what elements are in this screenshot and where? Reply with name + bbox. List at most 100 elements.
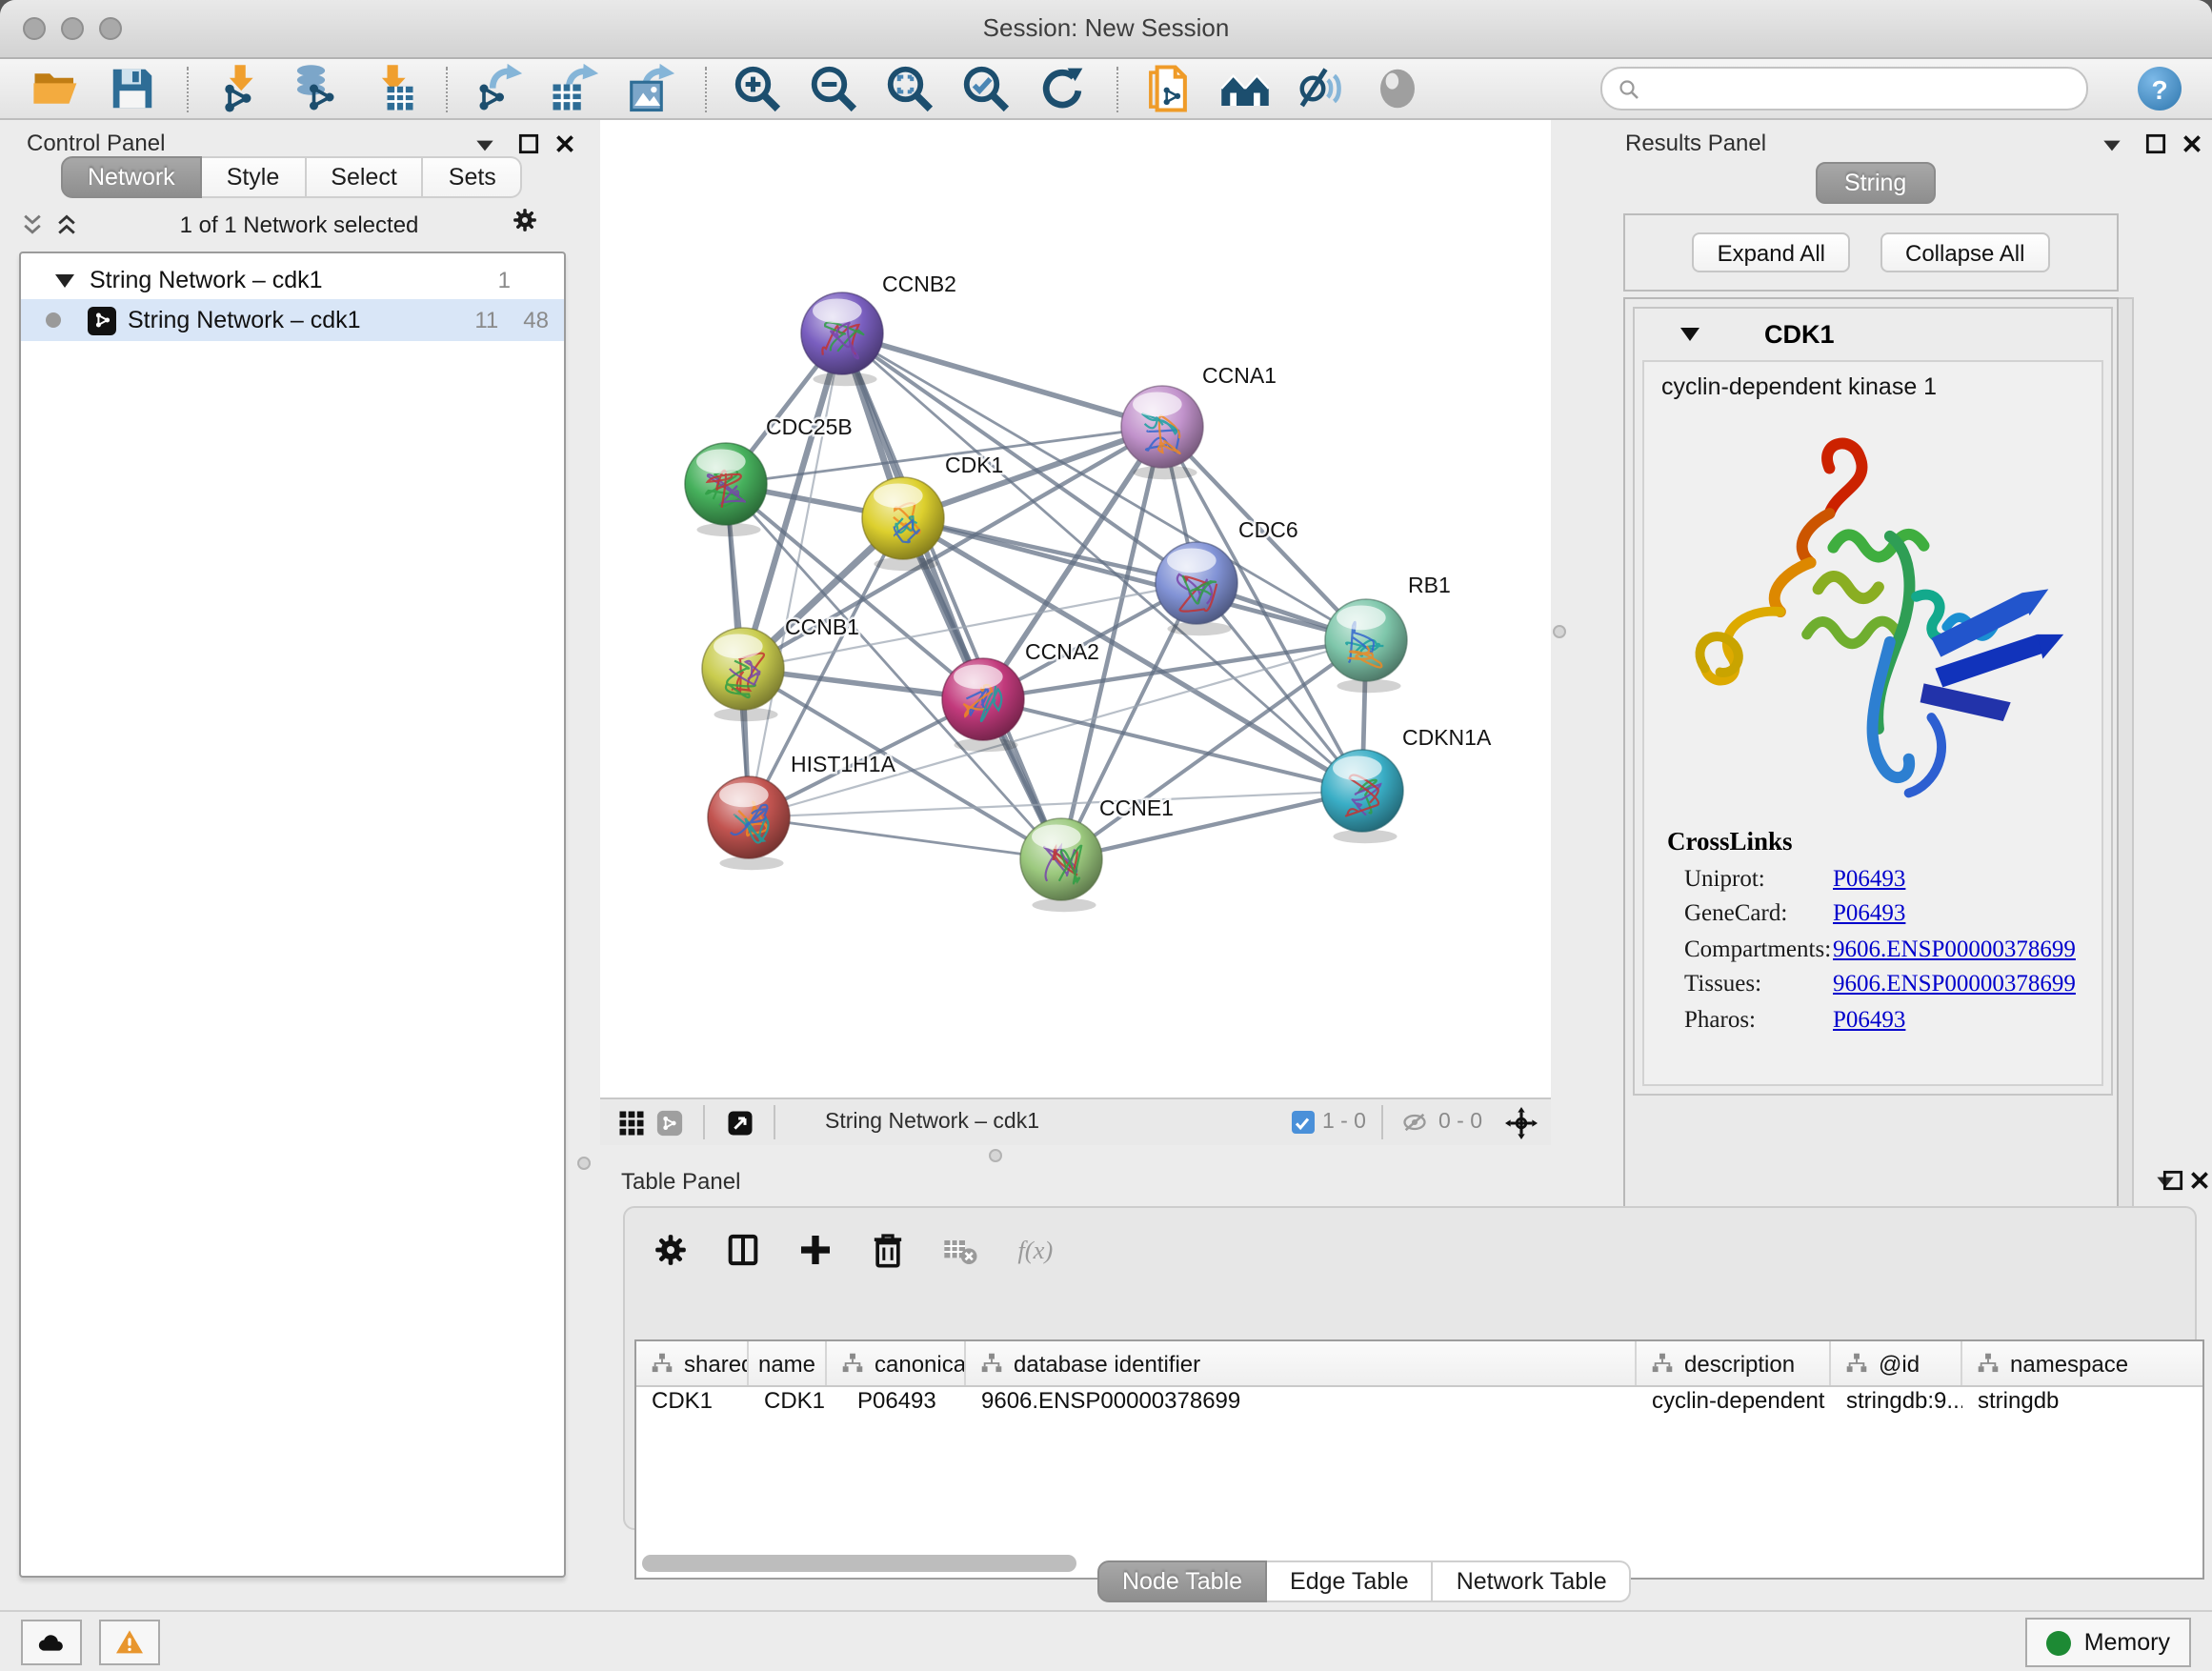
column-header-shared-name[interactable]: shared name: [636, 1341, 749, 1385]
protein-card-header[interactable]: CDK1: [1635, 309, 2111, 358]
network-node-CCNE1[interactable]: [1020, 818, 1102, 912]
import-network-database-button[interactable]: [286, 62, 343, 115]
network-node-CDKN1A[interactable]: [1321, 750, 1403, 843]
control-panel-menu-button[interactable]: [473, 133, 497, 158]
fit-content-button[interactable]: [1501, 1105, 1539, 1139]
crosslink-label: Tissues:: [1667, 970, 1833, 998]
caret-down-icon[interactable]: [55, 273, 74, 287]
horizontal-scrollbar-thumb[interactable]: [642, 1555, 1076, 1572]
warnings-button[interactable]: [99, 1620, 160, 1665]
collapse-all-button[interactable]: Collapse All: [1880, 232, 2049, 272]
table-settings-button[interactable]: [648, 1223, 694, 1277]
thumbnail-grid-button[interactable]: [612, 1105, 650, 1139]
column-header-canonical-name[interactable]: canonical name: [827, 1341, 966, 1385]
refresh-button[interactable]: [1033, 62, 1090, 115]
detach-view-button[interactable]: [720, 1105, 758, 1139]
results-panel-float-button[interactable]: [2143, 131, 2168, 156]
left-splitter-handle[interactable]: [577, 1157, 591, 1170]
help-button[interactable]: ?: [2138, 67, 2182, 111]
show-columns-button[interactable]: [720, 1223, 766, 1277]
export-table-button[interactable]: [545, 62, 602, 115]
columns-icon: [724, 1231, 762, 1269]
tab-network-table[interactable]: Network Table: [1434, 1560, 1632, 1602]
tab-string[interactable]: String: [1816, 162, 1935, 204]
crosslink-link[interactable]: 9606.ENSP00000378699: [1833, 970, 2076, 998]
table-row[interactable]: CDK1 CDK1 P06493 9606.ENSP00000378699 cy…: [636, 1387, 2202, 1421]
control-panel-float-button[interactable]: [516, 131, 541, 156]
network-node-CCNA1[interactable]: [1121, 386, 1203, 479]
table-panel-close-button[interactable]: [2187, 1168, 2212, 1193]
zoom-in-button[interactable]: [728, 62, 785, 115]
cell-name: CDK1: [749, 1387, 827, 1421]
table-panel-float-button[interactable]: [2161, 1168, 2185, 1193]
homes-button[interactable]: [1216, 62, 1273, 115]
network-row-selected[interactable]: String Network – cdk1 11 48: [21, 299, 564, 341]
graphics-details-button[interactable]: [1368, 62, 1425, 115]
grid-icon: [616, 1108, 645, 1137]
add-column-button[interactable]: [793, 1223, 838, 1277]
delete-column-button[interactable]: [865, 1223, 911, 1277]
control-panel-title: Control Panel: [27, 130, 165, 156]
import-network-button[interactable]: [210, 62, 267, 115]
separator: [774, 1105, 775, 1139]
column-header-name[interactable]: name: [749, 1341, 827, 1385]
open-session-button[interactable]: [27, 62, 84, 115]
network-node-HIST1H1A[interactable]: [708, 776, 790, 870]
column-header-namespace[interactable]: namespace: [1962, 1341, 2204, 1385]
tab-style[interactable]: Style: [202, 156, 307, 198]
network-node-RB1[interactable]: [1325, 599, 1407, 693]
export-table-icon: [548, 63, 599, 114]
crosslink-label: Pharos:: [1667, 1005, 1833, 1034]
network-overview-button[interactable]: [650, 1105, 688, 1139]
network-node-CDC25B[interactable]: [685, 443, 767, 536]
column-header-database-identifier[interactable]: database identifier: [966, 1341, 1637, 1385]
document-network-button[interactable]: [1139, 62, 1196, 115]
cell-description: cyclin-dependent ...: [1637, 1387, 1831, 1421]
crosslink-link[interactable]: P06493: [1833, 1005, 1905, 1034]
expand-all-chevron-icon[interactable]: [53, 211, 80, 238]
caret-down-icon[interactable]: [1680, 327, 1699, 340]
eyeglasses-slash-button[interactable]: [1292, 62, 1349, 115]
open-in-window-icon: [725, 1108, 754, 1137]
network-canvas[interactable]: CCNB2CCNA1CDC25BCDK1CDC6RB1CCNB1CCNA2CDK…: [600, 120, 1551, 1097]
delete-table-button[interactable]: [937, 1223, 983, 1277]
column-header-description[interactable]: description: [1637, 1341, 1831, 1385]
network-node-CDK1[interactable]: [862, 477, 944, 571]
search-input[interactable]: [1648, 75, 2071, 102]
export-network-button[interactable]: [469, 62, 526, 115]
crosslink-label: Compartments:: [1667, 935, 1833, 963]
network-collection-row[interactable]: String Network – cdk1 1: [21, 261, 564, 299]
crosslink-link[interactable]: P06493: [1833, 899, 1905, 928]
tab-node-table[interactable]: Node Table: [1097, 1560, 1267, 1602]
tab-network[interactable]: Network: [61, 156, 202, 198]
zoom-selected-button[interactable]: [956, 62, 1014, 115]
function-builder-button[interactable]: [1010, 1223, 1067, 1277]
hidden-eye-icon[interactable]: [1398, 1109, 1431, 1136]
expand-all-button[interactable]: Expand All: [1693, 232, 1850, 272]
memory-button[interactable]: Memory: [2025, 1618, 2191, 1667]
tab-sets[interactable]: Sets: [424, 156, 523, 198]
save-session-button[interactable]: [103, 62, 160, 115]
control-panel-close-button[interactable]: [553, 131, 577, 156]
network-options-button[interactable]: [511, 206, 539, 244]
zoom-fit-button[interactable]: [880, 62, 937, 115]
export-image-button[interactable]: [621, 62, 678, 115]
selected-checkbox-icon[interactable]: [1292, 1111, 1315, 1134]
zoom-out-button[interactable]: [804, 62, 861, 115]
results-panel-close-button[interactable]: [2180, 131, 2204, 156]
search-field[interactable]: [1600, 67, 2088, 111]
crosslink-link[interactable]: 9606.ENSP00000378699: [1833, 935, 2076, 963]
crosslink-link[interactable]: P06493: [1833, 864, 1905, 893]
tab-edge-table[interactable]: Edge Table: [1267, 1560, 1434, 1602]
import-table-button[interactable]: [362, 62, 419, 115]
tab-select[interactable]: Select: [306, 156, 424, 198]
results-panel-menu-button[interactable]: [2100, 133, 2124, 158]
export-image-icon: [624, 63, 675, 114]
network-node-CCNB1[interactable]: [702, 628, 784, 721]
column-header-id[interactable]: @id: [1831, 1341, 1962, 1385]
network-node-CDC6[interactable]: [1156, 542, 1237, 635]
collapse-all-chevron-icon[interactable]: [19, 211, 46, 238]
cloud-button[interactable]: [21, 1620, 82, 1665]
float-window-icon: [2143, 131, 2168, 156]
vertical-splitter-handle[interactable]: [1553, 625, 1566, 638]
